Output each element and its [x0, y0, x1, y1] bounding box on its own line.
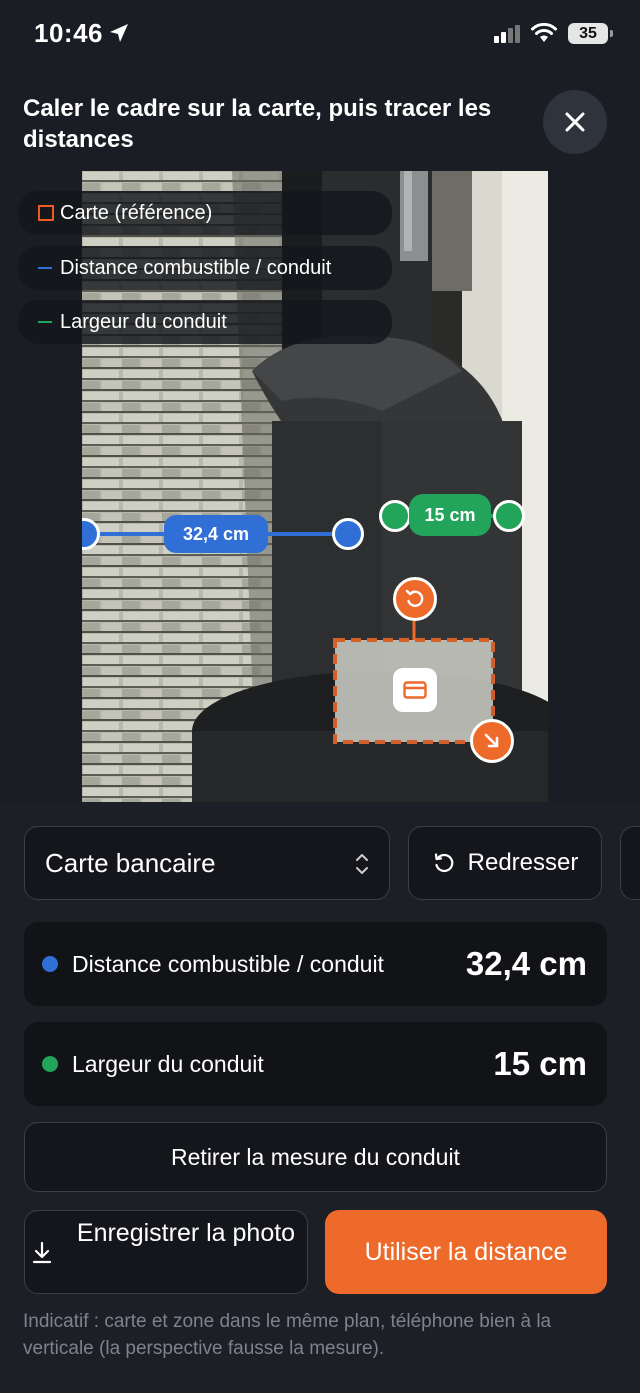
- card-type-select[interactable]: Carte bancaire: [24, 826, 390, 900]
- close-icon: [565, 112, 585, 132]
- legend-swatch-distance: [38, 267, 52, 269]
- status-time: 10:46: [34, 18, 103, 48]
- distance-end-handle[interactable]: [332, 518, 364, 550]
- status-bar: 10:46 35: [0, 0, 640, 70]
- legend-card-reference: Carte (référence): [18, 191, 392, 235]
- distance-label: 32,4 cm: [164, 515, 268, 553]
- save-photo-button[interactable]: Enregistrer la photo: [24, 1210, 308, 1294]
- hint-note: Indicatif : carte et zone dans le même p…: [23, 1311, 552, 1359]
- legend-swatch-width: [38, 321, 52, 323]
- straighten-button[interactable]: Redresser: [408, 826, 602, 900]
- credit-card-icon: [403, 681, 427, 699]
- card-move-handle[interactable]: [393, 668, 437, 712]
- location-arrow-icon: [110, 24, 128, 42]
- save-photo-label: Enregistrer la photo: [76, 1219, 296, 1247]
- width-start-handle[interactable]: [379, 500, 411, 532]
- measurement-label: Distance combustible / conduit: [72, 950, 384, 977]
- straighten-label: Redresser: [467, 849, 579, 876]
- more-options-button[interactable]: [620, 826, 640, 900]
- remove-duct-measure-button[interactable]: Retirer la mesure du conduit: [24, 1122, 607, 1192]
- rotate-card-handle[interactable]: [393, 577, 437, 621]
- rotate-icon: [405, 589, 424, 607]
- use-distance-button[interactable]: Utiliser la distance: [325, 1210, 607, 1294]
- resize-card-handle[interactable]: [470, 719, 514, 763]
- width-end-handle[interactable]: [493, 500, 525, 532]
- measurement-value: 32,4 cm: [465, 945, 587, 982]
- measurement-row-distance: Distance combustible / conduit 32,4 cm: [24, 922, 607, 1006]
- legend-distance: Distance combustible / conduit: [18, 246, 392, 290]
- legend-label: Carte (référence): [60, 201, 213, 224]
- legend-label: Distance combustible / conduit: [60, 256, 332, 279]
- width-dot: [42, 1056, 58, 1072]
- card-type-value: Carte bancaire: [45, 847, 216, 878]
- legend-label: Largeur du conduit: [60, 310, 227, 333]
- battery-indicator: 35: [568, 23, 613, 44]
- instruction-title: Caler le cadre sur la carte, puis tracer…: [23, 95, 492, 153]
- wifi-icon: [531, 22, 557, 42]
- close-button[interactable]: [543, 90, 607, 154]
- signal-icon: [494, 25, 520, 43]
- download-icon: [32, 1241, 52, 1264]
- measurement-label: Largeur du conduit: [72, 1050, 264, 1077]
- width-label: 15 cm: [409, 494, 491, 536]
- measurement-row-width: Largeur du conduit 15 cm: [24, 1022, 607, 1106]
- legend-width: Largeur du conduit: [18, 300, 392, 344]
- chevron-updown-icon: [356, 854, 368, 874]
- distance-dot: [42, 956, 58, 972]
- resize-arrow-icon: [484, 733, 499, 748]
- undo-rotate-icon: [434, 853, 453, 873]
- measurement-value: 15 cm: [493, 1045, 587, 1082]
- legend-swatch-card: [38, 205, 54, 221]
